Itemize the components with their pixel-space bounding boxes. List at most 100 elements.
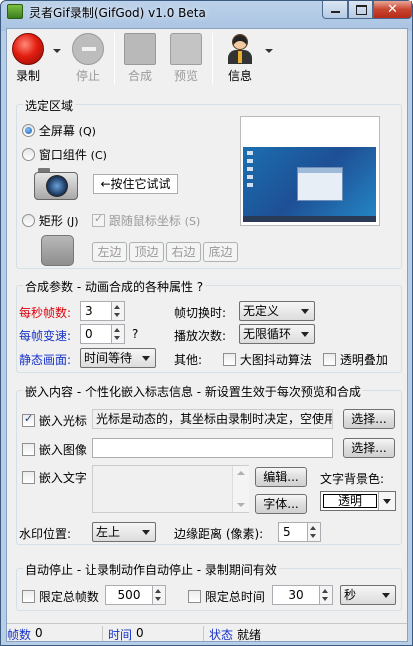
- right-edge-button[interactable]: 右边: [166, 242, 201, 262]
- folder-icon: [170, 33, 202, 65]
- record-icon: [12, 33, 44, 65]
- watermark-pos-select[interactable]: 左上: [92, 522, 156, 542]
- limit-time-input[interactable]: 30: [272, 585, 320, 605]
- record-button[interactable]: 录制: [11, 33, 45, 84]
- chevron-down-icon: [378, 492, 395, 510]
- frames-value: 0: [35, 626, 43, 640]
- region-group-title: 选定区域: [23, 97, 76, 114]
- info-button[interactable]: 信息: [223, 33, 257, 84]
- rectangle-radio[interactable]: 矩形 (J): [22, 212, 79, 229]
- text-area-scrollbar[interactable]: [232, 466, 249, 512]
- checkbox-icon: [22, 590, 35, 603]
- stop-icon: [72, 33, 104, 65]
- stop-button[interactable]: 停止: [71, 33, 105, 84]
- embed-text-checkbox[interactable]: 嵌入文字: [22, 469, 87, 486]
- margin-label: 边缘距离 (像素):: [174, 527, 264, 541]
- frames-label: 帧数: [7, 628, 32, 642]
- maximize-button[interactable]: [348, 1, 373, 19]
- toolbar-separator: [114, 33, 115, 85]
- embed-text-area[interactable]: [92, 465, 249, 513]
- left-edge-button[interactable]: 左边: [92, 242, 127, 262]
- status-bar: 帧数 0 时间 0 状态 就绪: [7, 623, 407, 642]
- static-label: 静态画面:: [19, 353, 72, 367]
- limit-frames-spin-icon[interactable]: [153, 585, 166, 605]
- fps-input[interactable]: 3: [80, 301, 112, 321]
- speed-label: 每帧变速:: [19, 329, 72, 343]
- app-window: 灵者Gif录制(GifGod) v1.0 Beta ✕ 录制 停止 合成 预览: [0, 0, 413, 646]
- embed-image-label: 嵌入图像: [38, 443, 87, 457]
- fps-spin-icon[interactable]: [112, 301, 125, 321]
- rectangle-label: 矩形: [38, 214, 63, 228]
- image-path-field[interactable]: [92, 438, 333, 458]
- checkbox-icon: [22, 412, 35, 427]
- camera-icon[interactable]: [32, 166, 80, 202]
- embed-cursor-checkbox[interactable]: 嵌入光标: [22, 412, 87, 429]
- compose-icon: [124, 33, 156, 65]
- checkbox-icon: [323, 353, 336, 366]
- limit-frames-input[interactable]: 500: [105, 585, 153, 605]
- minimize-button[interactable]: [322, 1, 348, 19]
- preview-button[interactable]: 预览: [169, 33, 203, 84]
- margin-input[interactable]: 5: [278, 522, 308, 542]
- bg-color-select[interactable]: 透明: [320, 491, 396, 511]
- anti-shake-label: 大图抖动算法: [239, 353, 312, 367]
- preview-label: 预览: [173, 69, 198, 83]
- limit-time-spin-icon[interactable]: [320, 585, 333, 605]
- anti-shake-checkbox[interactable]: 大图抖动算法: [223, 351, 312, 368]
- info-label: 信息: [227, 69, 252, 83]
- fullscreen-label: 全屏幕: [38, 124, 75, 138]
- cursor-text-field[interactable]: 光标是动态的，其坐标由录制时决定，空使用: [92, 409, 333, 429]
- time-unit-select[interactable]: 秒: [340, 585, 396, 605]
- radio-icon: [22, 148, 35, 161]
- fps-label: 每秒帧数:: [19, 306, 72, 320]
- top-edge-button[interactable]: 顶边: [129, 242, 164, 262]
- limit-time-checkbox[interactable]: 限定总时间: [188, 588, 265, 605]
- stop-label: 停止: [75, 69, 100, 83]
- title-bar[interactable]: 灵者Gif录制(GifGod) v1.0 Beta ✕: [1, 1, 412, 23]
- select-cursor-button[interactable]: 选择...: [343, 409, 395, 429]
- checkbox-icon: [223, 353, 236, 366]
- transparent-overlay-label: 透明叠加: [339, 353, 388, 367]
- edit-button[interactable]: 编辑...: [255, 467, 307, 487]
- window-component-label: 窗口组件: [38, 148, 87, 162]
- margin-spin-icon[interactable]: [308, 522, 321, 542]
- press-try-button[interactable]: ←按住它试试: [93, 174, 178, 194]
- record-label: 录制: [15, 69, 40, 83]
- loops-select[interactable]: 无限循环: [239, 324, 315, 344]
- user-icon: [224, 33, 256, 65]
- checkbox-icon: [22, 471, 35, 484]
- fullscreen-key: (Q): [78, 125, 96, 138]
- font-button[interactable]: 字体...: [255, 494, 307, 514]
- select-image-button[interactable]: 选择...: [343, 438, 395, 458]
- bottom-edge-button[interactable]: 底边: [203, 242, 238, 262]
- speed-input[interactable]: 0: [80, 324, 112, 344]
- app-icon: [7, 4, 23, 19]
- static-select[interactable]: 时间等待: [80, 348, 156, 368]
- window-component-radio[interactable]: 窗口组件 (C): [22, 146, 107, 163]
- record-dropdown-icon[interactable]: [53, 49, 61, 53]
- close-button[interactable]: ✕: [373, 1, 412, 19]
- embed-cursor-label: 嵌入光标: [38, 414, 87, 428]
- rectangle-select-icon[interactable]: [41, 235, 74, 266]
- transition-select[interactable]: 无定义: [239, 301, 315, 321]
- compose-params-title: 合成参数 - 动画合成的各种属性 ?: [23, 278, 206, 295]
- window-title: 灵者Gif录制(GifGod) v1.0 Beta: [29, 6, 206, 20]
- toolbar: 录制 停止 合成 预览 信息: [7, 29, 407, 89]
- checkbox-icon: [188, 590, 201, 603]
- screen-preview: [240, 116, 380, 226]
- follow-mouse-key: (S): [184, 215, 201, 228]
- time-value: 0: [136, 626, 144, 640]
- speed-spin-icon[interactable]: [112, 324, 125, 344]
- info-dropdown-icon[interactable]: [265, 49, 273, 53]
- embed-image-checkbox[interactable]: 嵌入图像: [22, 441, 87, 458]
- fullscreen-radio[interactable]: 全屏幕 (Q): [22, 122, 96, 139]
- bg-color-value: 透明: [323, 494, 377, 508]
- compose-button[interactable]: 合成: [123, 33, 157, 84]
- limit-frames-checkbox[interactable]: 限定总帧数: [22, 588, 99, 605]
- state-value: 就绪: [237, 628, 262, 642]
- transparent-overlay-checkbox[interactable]: 透明叠加: [323, 351, 388, 368]
- auto-stop-title: 自动停止 - 让录制动作自动停止 - 录制期间有效: [23, 561, 279, 578]
- bg-color-label: 文字背景色:: [320, 472, 385, 486]
- follow-mouse-checkbox[interactable]: 跟随鼠标坐标 (S): [92, 212, 200, 229]
- speed-help-icon[interactable]: ?: [132, 327, 138, 341]
